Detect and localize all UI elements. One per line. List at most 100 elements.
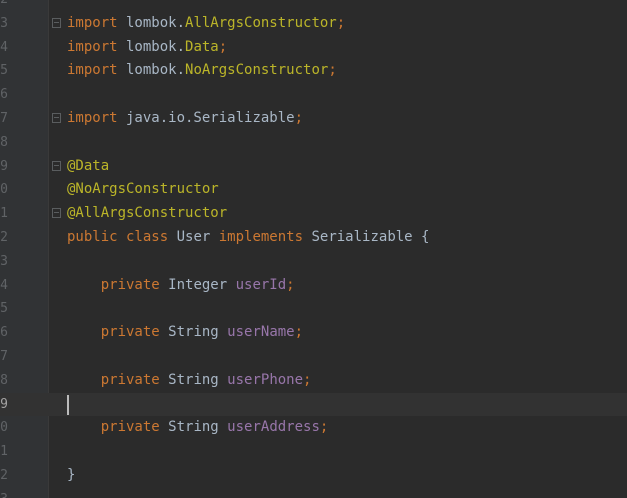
code-token: User (168, 228, 219, 245)
code-lines[interactable]: 23import lombok.AllArgsConstructor;4impo… (0, 0, 627, 498)
code-line[interactable]: 7 (0, 345, 627, 369)
line-number: 3 (0, 488, 8, 498)
line-number: 3 (0, 253, 8, 269)
code-text: private Integer userId; (67, 274, 295, 298)
code-token: String (159, 371, 228, 388)
code-line[interactable]: 0 @NoArgsConstructor (0, 178, 627, 202)
line-number: 2 (0, 467, 8, 483)
code-token: private (100, 276, 160, 293)
line-number: 7 (0, 110, 8, 126)
line-number: 2 (0, 0, 8, 12)
code-token: java.io.Serializable (117, 109, 295, 126)
code-token: private (100, 324, 160, 341)
code-token: lombok. (117, 62, 186, 79)
code-line[interactable]: 7 import java.io.Serializable; (0, 107, 627, 131)
current-code-line[interactable]: 9 (0, 392, 627, 417)
code-token: NoArgsConstructor (185, 62, 329, 79)
text-caret (67, 394, 69, 415)
code-line[interactable]: 1 @AllArgsConstructor (0, 202, 627, 226)
line-number: 6 (0, 325, 8, 341)
code-line[interactable]: 6 private String userName; (0, 321, 627, 345)
code-text: public class User implements Serializabl… (67, 226, 429, 250)
code-token: implements (218, 228, 304, 245)
code-token: Serializable { (303, 228, 430, 245)
code-line[interactable]: 8 (0, 131, 627, 155)
line-number: 5 (0, 63, 8, 79)
line-number: 0 (0, 182, 8, 198)
fold-toggle-icon[interactable] (52, 112, 61, 123)
line-number: 5 (0, 301, 8, 317)
line-number: 2 (0, 229, 8, 245)
code-text: @Data (67, 155, 109, 179)
code-line[interactable]: 5 import lombok.NoArgsConstructor; (0, 59, 627, 83)
code-text: import java.io.Serializable; (67, 107, 303, 131)
code-token: String (159, 324, 228, 341)
line-number: 9 (0, 158, 8, 174)
code-text: import lombok.Data; (67, 36, 227, 60)
line-number: 1 (0, 444, 8, 460)
code-token: userId (235, 276, 287, 293)
code-token: import (67, 14, 118, 31)
code-token: import (67, 62, 118, 79)
code-token: userName (227, 324, 295, 341)
code-editor[interactable]: 23import lombok.AllArgsConstructor;4impo… (0, 0, 627, 498)
code-line[interactable]: 1 (0, 440, 627, 464)
code-token: @Data (67, 157, 110, 174)
fold-toggle-icon[interactable] (52, 17, 61, 28)
code-token: userAddress (227, 419, 320, 436)
code-token: public class (67, 228, 169, 245)
code-text: @NoArgsConstructor (67, 178, 219, 202)
code-text: import lombok.AllArgsConstructor; (67, 12, 345, 36)
code-line[interactable]: 0 private String userAddress; (0, 416, 627, 440)
fold-toggle-icon[interactable] (52, 208, 61, 219)
code-line[interactable]: 2} (0, 464, 627, 488)
code-text: @AllArgsConstructor (67, 202, 227, 226)
code-token: @NoArgsConstructor (67, 181, 219, 198)
line-number: 8 (0, 134, 8, 150)
code-token: ; (336, 14, 346, 31)
code-token: private (100, 419, 160, 436)
line-number: 0 (0, 420, 8, 436)
line-number: 4 (0, 39, 8, 55)
code-token: ; (294, 109, 304, 126)
code-line[interactable]: 3 (0, 488, 627, 498)
code-token: @AllArgsConstructor (67, 205, 228, 222)
code-token: ; (218, 38, 228, 55)
code-token: ; (294, 324, 304, 341)
code-token: AllArgsConstructor (185, 14, 337, 31)
code-line[interactable]: 4 import lombok.Data; (0, 36, 627, 60)
code-token: ; (286, 276, 295, 293)
code-line[interactable]: 2 public class User implements Serializab… (0, 226, 627, 250)
code-text: private String userName; (67, 321, 303, 345)
code-token: ; (303, 371, 312, 388)
line-number: 7 (0, 348, 8, 364)
code-line[interactable]: 5 (0, 297, 627, 321)
code-token: private (100, 371, 160, 388)
code-text: private String userAddress; (67, 416, 329, 440)
code-token: Integer (159, 276, 236, 293)
code-line[interactable]: 3 import lombok.AllArgsConstructor; (0, 12, 627, 36)
code-line[interactable]: 3 (0, 250, 627, 274)
code-line[interactable]: 4 private Integer userId; (0, 274, 627, 298)
fold-toggle-icon[interactable] (52, 160, 61, 171)
code-text: import lombok.NoArgsConstructor; (67, 59, 337, 83)
code-token: Data (185, 38, 219, 55)
code-line[interactable]: 8 private String userPhone; (0, 369, 627, 393)
line-number: 9 (0, 396, 8, 412)
code-token: String (159, 419, 228, 436)
code-text: } (67, 464, 75, 488)
line-number: 1 (0, 206, 8, 222)
line-number: 3 (0, 15, 8, 31)
code-line[interactable]: 2 (0, 0, 627, 12)
code-line[interactable]: 9 @Data (0, 155, 627, 179)
code-text: private String userPhone; (67, 369, 312, 393)
code-token: ; (328, 62, 337, 79)
code-line[interactable]: 6 (0, 83, 627, 107)
code-token: lombok. (117, 38, 186, 55)
code-token: userPhone (227, 371, 304, 388)
line-number: 8 (0, 372, 8, 388)
code-token: import (67, 38, 118, 55)
